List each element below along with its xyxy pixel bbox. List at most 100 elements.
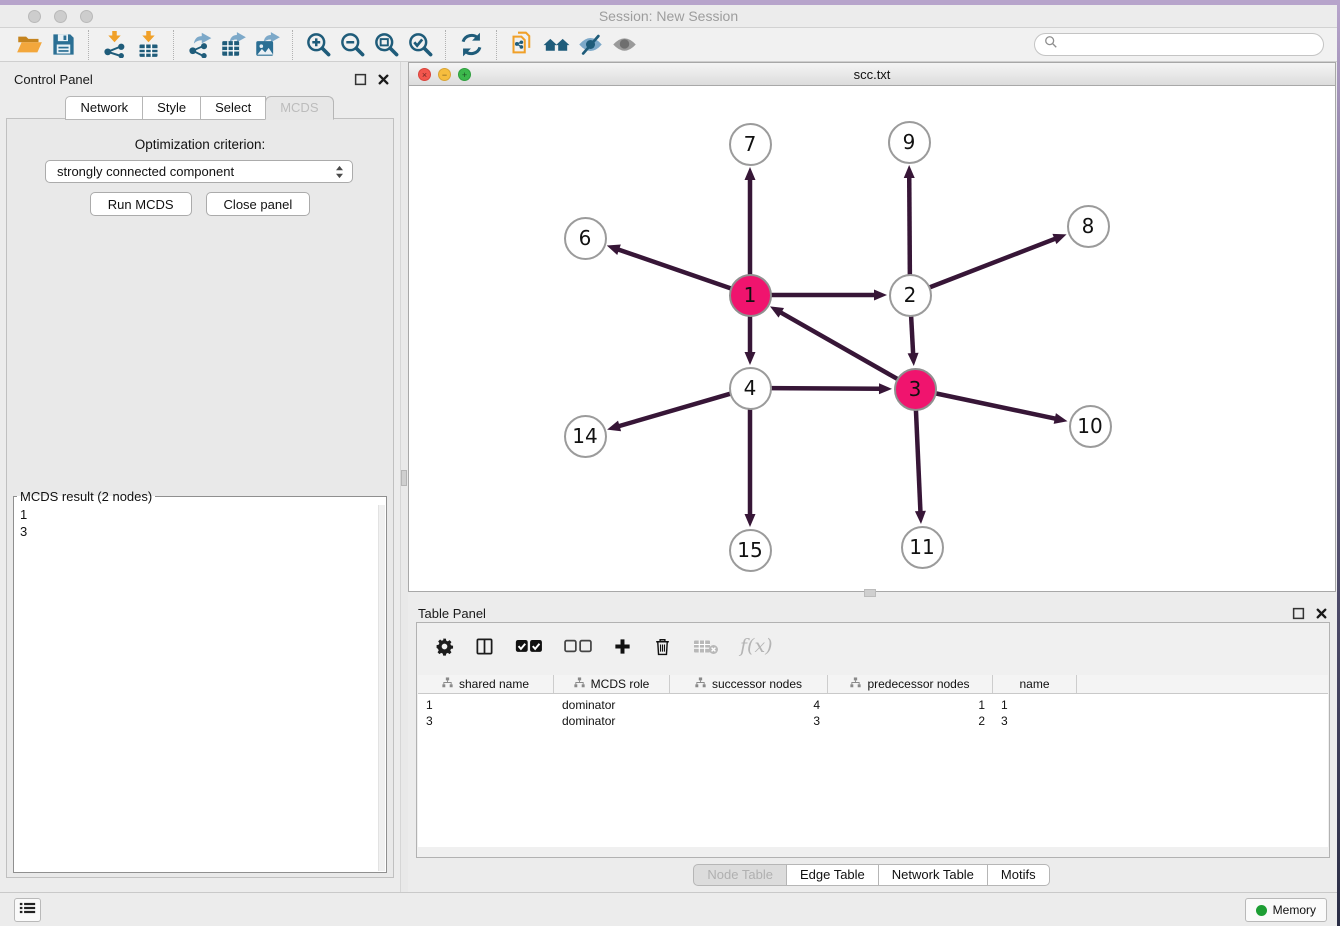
graph-edge-3-1[interactable]	[780, 312, 898, 379]
table-panel-tabs: Node TableEdge TableNetwork TableMotifs	[408, 864, 1336, 886]
graph-edge-4-3[interactable]	[770, 388, 881, 389]
minimize-view-icon[interactable]: −	[438, 68, 451, 81]
export-network-icon[interactable]	[182, 30, 216, 60]
column-header-successor-nodes[interactable]: successor nodes	[670, 675, 828, 693]
mcds-result-node[interactable]: 1	[20, 506, 27, 523]
table-panel-close-icon[interactable]	[1315, 607, 1328, 620]
close-window-icon[interactable]	[28, 10, 41, 23]
network-annotation-icon[interactable]	[505, 30, 539, 60]
mcds-result-node[interactable]: 3	[20, 523, 27, 540]
close-view-icon[interactable]: ×	[418, 68, 431, 81]
graph-edge-1-6[interactable]	[617, 249, 731, 288]
graph-node-9[interactable]: 9	[888, 121, 931, 164]
table-cell[interactable]: 2	[828, 714, 993, 728]
import-table-icon[interactable]	[131, 30, 165, 60]
table-cell[interactable]: 1	[418, 698, 554, 712]
zoom-window-icon[interactable]	[80, 10, 93, 23]
table-cell[interactable]: 3	[993, 714, 1077, 728]
export-image-icon[interactable]	[250, 30, 284, 60]
tab-motifs[interactable]: Motifs	[987, 864, 1050, 886]
graph-node-2[interactable]: 2	[889, 274, 932, 317]
horizontal-splitter[interactable]	[408, 592, 1336, 600]
memory-button[interactable]: Memory	[1245, 898, 1327, 922]
graph-node-1[interactable]: 1	[729, 274, 772, 317]
tab-edge-table[interactable]: Edge Table	[786, 864, 879, 886]
tab-mcds[interactable]: MCDS	[265, 96, 333, 120]
network-canvas[interactable]: 7 9 6 8 1 2 4 3 14 10 15 11	[408, 86, 1336, 592]
add-row-icon[interactable]	[613, 637, 632, 656]
splitter-handle[interactable]	[864, 589, 876, 597]
optimization-criterion-select[interactable]: strongly connected component	[45, 160, 353, 183]
close-panel-button[interactable]: Close panel	[206, 192, 311, 216]
tab-style[interactable]: Style	[142, 96, 201, 120]
table-cell[interactable]: dominator	[554, 714, 670, 728]
mcds-result-title: MCDS result (2 nodes)	[17, 489, 155, 504]
zoom-selected-icon[interactable]	[403, 30, 437, 60]
table-cell[interactable]: 3	[418, 714, 554, 728]
graph-edge-4-14[interactable]	[618, 394, 731, 427]
table-cell[interactable]: 1	[993, 698, 1077, 712]
save-session-icon[interactable]	[46, 30, 80, 60]
column-header-predecessor-nodes[interactable]: predecessor nodes	[828, 675, 993, 693]
graph-edge-2-3[interactable]	[911, 315, 913, 355]
table-cell[interactable]: dominator	[554, 698, 670, 712]
control-panel-float-icon[interactable]	[354, 73, 367, 86]
delete-row-icon[interactable]	[653, 637, 672, 656]
graph-arrowhead	[745, 352, 756, 365]
graph-node-7[interactable]: 7	[729, 123, 772, 166]
table-cell[interactable]: 1	[828, 698, 993, 712]
table-row[interactable]: 1dominator411	[418, 697, 1328, 713]
show-panel-icon[interactable]	[607, 30, 641, 60]
graph-edge-2-8[interactable]	[929, 238, 1057, 287]
search-box	[1034, 33, 1324, 56]
graph-node-8[interactable]: 8	[1067, 205, 1110, 248]
columns-icon[interactable]	[475, 637, 494, 656]
table-row[interactable]: 3dominator323	[418, 713, 1328, 729]
graph-edge-2-9[interactable]	[909, 176, 910, 275]
network-window-traffic-lights: ×−+	[418, 68, 471, 81]
vertical-splitter[interactable]	[400, 62, 408, 892]
home-view-icon[interactable]	[539, 30, 573, 60]
column-header-mcds-role[interactable]: MCDS role	[554, 675, 670, 693]
tab-select[interactable]: Select	[200, 96, 266, 120]
hide-panel-icon[interactable]	[573, 30, 607, 60]
table-cell[interactable]: 4	[670, 698, 828, 712]
graph-node-15[interactable]: 15	[729, 529, 772, 572]
open-session-icon[interactable]	[12, 30, 46, 60]
zoom-in-icon[interactable]	[301, 30, 335, 60]
graph-node-3[interactable]: 3	[894, 368, 937, 411]
splitter-handle[interactable]	[401, 470, 407, 486]
select-all-icon[interactable]	[515, 637, 543, 656]
run-mcds-button[interactable]: Run MCDS	[90, 192, 192, 216]
graph-node-6[interactable]: 6	[564, 217, 607, 260]
status-bar: Memory	[0, 892, 1337, 926]
graph-node-10[interactable]: 10	[1069, 405, 1112, 448]
graph-node-11[interactable]: 11	[901, 526, 944, 569]
table-cell[interactable]: 3	[670, 714, 828, 728]
graph-node-4[interactable]: 4	[729, 367, 772, 410]
graph-node-14[interactable]: 14	[564, 415, 607, 458]
zoom-view-icon[interactable]: +	[458, 68, 471, 81]
graph-edge-3-10[interactable]	[935, 393, 1057, 419]
refresh-layout-icon[interactable]	[454, 30, 488, 60]
tab-network[interactable]: Network	[65, 96, 143, 120]
control-panel-close-icon[interactable]	[377, 73, 390, 86]
minimize-window-icon[interactable]	[54, 10, 67, 23]
export-table-icon[interactable]	[216, 30, 250, 60]
deselect-all-icon[interactable]	[564, 637, 592, 656]
gear-icon[interactable]	[435, 637, 454, 656]
import-network-icon[interactable]	[97, 30, 131, 60]
result-scrollbar[interactable]	[378, 505, 385, 871]
search-input[interactable]	[1063, 37, 1311, 52]
show-panels-button[interactable]	[14, 898, 41, 922]
zoom-out-icon[interactable]	[335, 30, 369, 60]
graph-edge-3-11[interactable]	[916, 409, 921, 513]
column-header-name[interactable]: name	[993, 675, 1077, 693]
table-panel-float-icon[interactable]	[1292, 607, 1305, 620]
column-header-shared-name[interactable]: shared name	[418, 675, 554, 693]
mcds-result-list[interactable]: 13	[20, 506, 27, 540]
tab-node-table[interactable]: Node Table	[693, 864, 787, 886]
zoom-fit-icon[interactable]	[369, 30, 403, 60]
node-table-header: shared nameMCDS rolesuccessor nodesprede…	[418, 675, 1328, 694]
tab-network-table[interactable]: Network Table	[878, 864, 988, 886]
